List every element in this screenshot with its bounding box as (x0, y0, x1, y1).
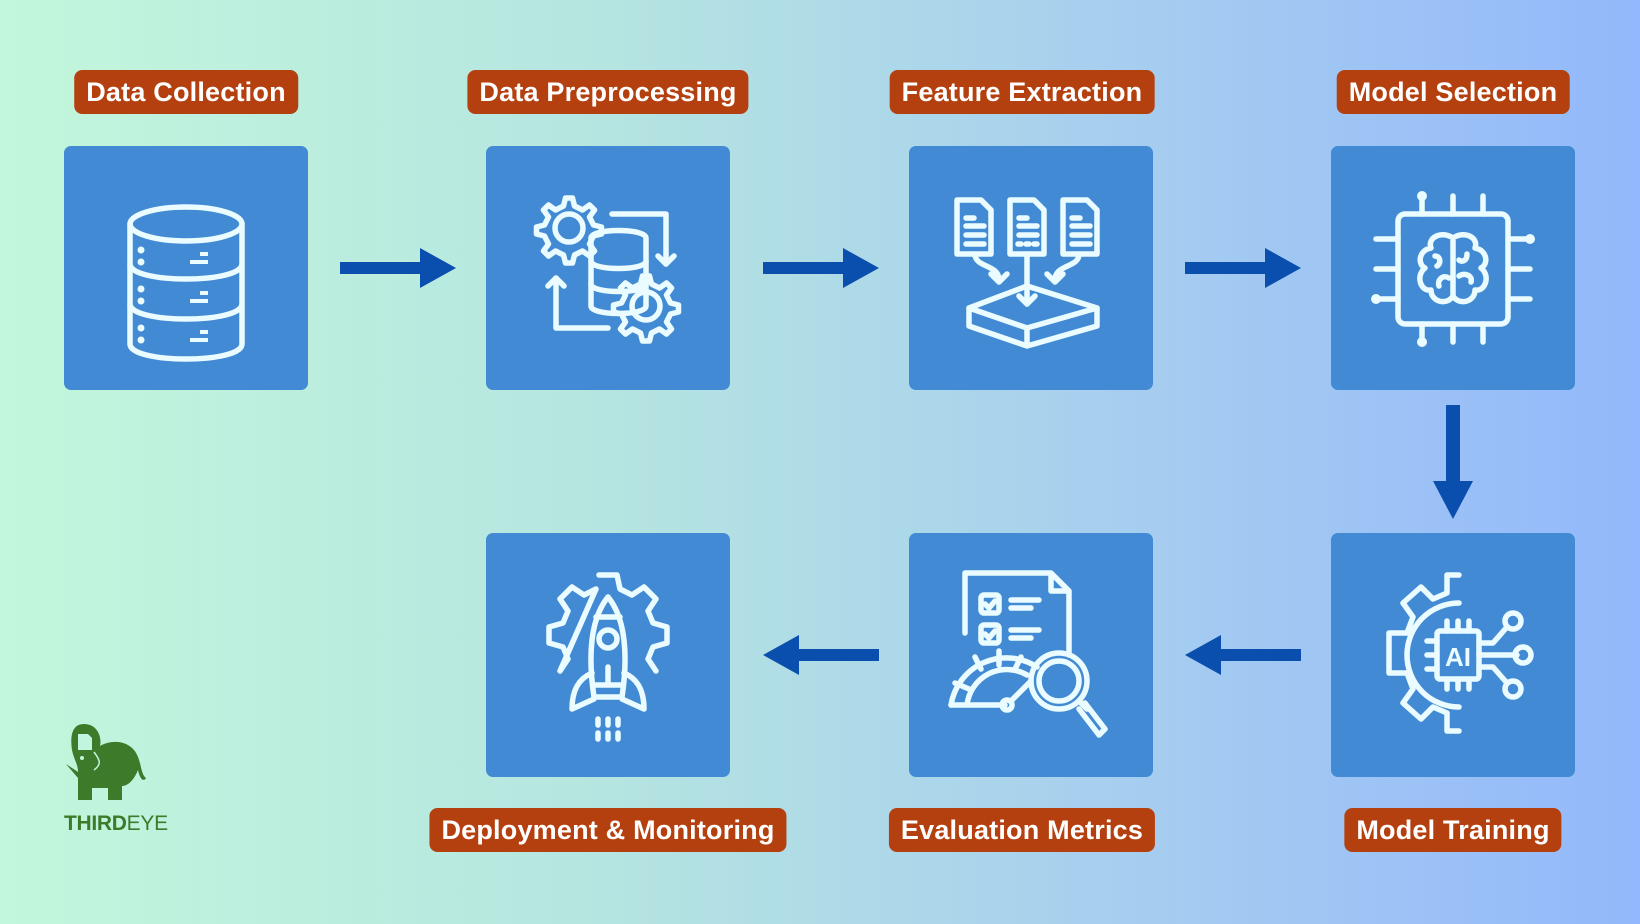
step-label-feature-extraction: Feature Extraction (889, 70, 1155, 114)
data-gears-icon (533, 195, 682, 344)
arrow-left-2 (761, 633, 881, 677)
brand-name: THIRDEYE (64, 812, 168, 836)
documents-merge-icon (954, 197, 1100, 349)
step-box-deployment-monitoring (486, 533, 730, 777)
arrow-down-1 (1431, 403, 1475, 521)
elephant-icon (66, 724, 146, 800)
step-box-evaluation-metrics (909, 533, 1153, 777)
arrow-down-icon (1433, 405, 1473, 519)
arrow-right-icon (1185, 248, 1301, 288)
arrow-right-icon (340, 248, 456, 288)
arrow-right-1 (338, 246, 458, 290)
svg-text:AI: AI (1445, 642, 1471, 672)
step-box-feature-extraction (909, 146, 1153, 390)
checklist-gauge-magnifier-icon (948, 570, 1108, 738)
database-icon (127, 204, 245, 362)
step-box-data-collection (64, 146, 308, 390)
step-box-data-preprocessing (486, 146, 730, 390)
arrow-right-3 (1183, 246, 1303, 290)
arrow-left-icon (763, 635, 879, 675)
arrow-left-1 (1183, 633, 1303, 677)
step-label-data-preprocessing: Data Preprocessing (467, 70, 749, 114)
arrow-right-icon (763, 248, 879, 288)
arrow-left-icon (1185, 635, 1301, 675)
step-box-model-training: AI (1331, 533, 1575, 777)
step-label-model-training: Model Training (1344, 808, 1562, 852)
arrow-right-2 (761, 246, 881, 290)
ai-gear-icon: AI (1386, 572, 1534, 734)
rocket-gear-icon (546, 572, 670, 742)
step-label-data-collection: Data Collection (74, 70, 298, 114)
brand-name-bold: THIRD (64, 812, 127, 835)
step-label-deployment-monitoring: Deployment & Monitoring (429, 808, 787, 852)
brand-name-light: EYE (126, 812, 168, 835)
brand-logo (64, 720, 174, 807)
step-box-model-selection (1331, 146, 1575, 390)
step-label-evaluation-metrics: Evaluation Metrics (888, 808, 1156, 852)
step-label-model-selection: Model Selection (1336, 70, 1570, 114)
brain-chip-icon (1371, 191, 1535, 347)
